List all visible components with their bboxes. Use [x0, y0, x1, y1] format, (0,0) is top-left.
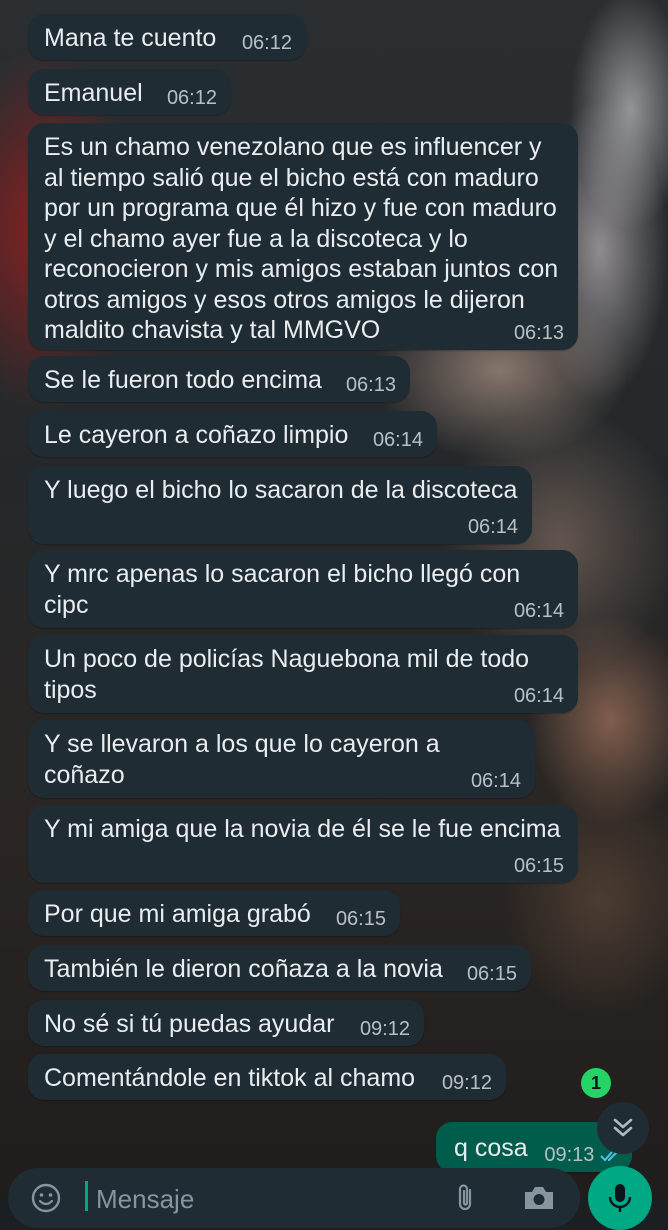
mic-icon	[608, 1184, 632, 1212]
message-time: 06:15	[513, 855, 564, 877]
unread-count-badge: 1	[581, 1068, 611, 1098]
message-time: 06:14	[513, 600, 564, 622]
message-bubble[interactable]: No sé si tú puedas ayudar 09:12	[28, 1000, 424, 1046]
message-time: 06:14	[467, 516, 518, 538]
message-time: 06:15	[335, 908, 386, 930]
message-time: 09:13	[544, 1144, 595, 1166]
emoji-icon[interactable]	[30, 1182, 62, 1214]
message-bubble[interactable]: Mana te cuento 06:12	[28, 14, 306, 60]
double-chevron-down-icon	[613, 1118, 633, 1137]
camera-icon[interactable]	[522, 1184, 556, 1212]
message-bubble[interactable]: Le cayeron a coñazo limpio 06:14	[28, 411, 437, 457]
message-text: Un poco de policías Naguebona mil de tod…	[44, 645, 530, 704]
message-bubble[interactable]: Y mi amiga que la novia de él se le fue …	[28, 805, 578, 883]
message-text: Y luego el bicho lo sacaron de la discot…	[44, 476, 518, 504]
message-time: 06:14	[513, 685, 564, 707]
message-bubble[interactable]: Un poco de policías Naguebona mil de tod…	[28, 635, 578, 713]
message-bubble[interactable]: Y se llevaron a los que lo cayeron a coñ…	[28, 720, 535, 798]
message-text: Comentándole en tiktok al chamo	[44, 1064, 416, 1092]
message-bubble[interactable]: Y mrc apenas lo sacaron el bicho llegó c…	[28, 550, 578, 628]
message-bubble[interactable]: Es un chamo venezolano que es influencer…	[28, 123, 578, 350]
message-text: Le cayeron a coñazo limpio	[44, 421, 349, 449]
message-bubble[interactable]: Y luego el bicho lo sacaron de la discot…	[28, 466, 532, 544]
message-time: 06:15	[466, 963, 517, 985]
message-time: 09:12	[359, 1018, 410, 1040]
text-cursor	[85, 1181, 88, 1211]
scroll-to-bottom-button[interactable]	[597, 1102, 649, 1154]
message-time: 06:13	[513, 322, 564, 344]
message-bubble[interactable]: Por que mi amiga grabó 06:15	[28, 890, 400, 936]
message-text: También le dieron coñaza a la novia	[44, 955, 443, 983]
message-bubble[interactable]: Comentándole en tiktok al chamo 09:12	[28, 1054, 506, 1100]
message-time: 06:12	[166, 87, 217, 109]
message-time: 06:14	[372, 429, 423, 451]
message-text: Y mrc apenas lo sacaron el bicho llegó c…	[44, 560, 521, 619]
message-text: Se le fueron todo encima	[44, 366, 322, 394]
paperclip-icon[interactable]	[454, 1182, 478, 1214]
message-text: Es un chamo venezolano que es influencer…	[44, 133, 559, 344]
message-input[interactable]	[94, 1180, 428, 1218]
message-text: Y se llevaron a los que lo cayeron a coñ…	[44, 730, 447, 789]
message-bubble[interactable]: También le dieron coñaza a la novia 06:1…	[28, 945, 531, 991]
message-time: 09:12	[441, 1072, 492, 1094]
message-text: No sé si tú puedas ayudar	[44, 1010, 335, 1038]
message-text: Y mi amiga que la novia de él se le fue …	[44, 815, 561, 843]
message-time: 06:14	[470, 770, 521, 792]
message-text: Por que mi amiga grabó	[44, 900, 311, 928]
message-composer	[8, 1168, 580, 1228]
message-time: 06:13	[345, 374, 396, 396]
mic-button[interactable]	[588, 1166, 652, 1230]
message-bubble[interactable]: Emanuel 06:12	[28, 69, 231, 115]
message-time: 06:12	[241, 32, 292, 54]
message-bubble[interactable]: Se le fueron todo encima 06:13	[28, 356, 410, 402]
